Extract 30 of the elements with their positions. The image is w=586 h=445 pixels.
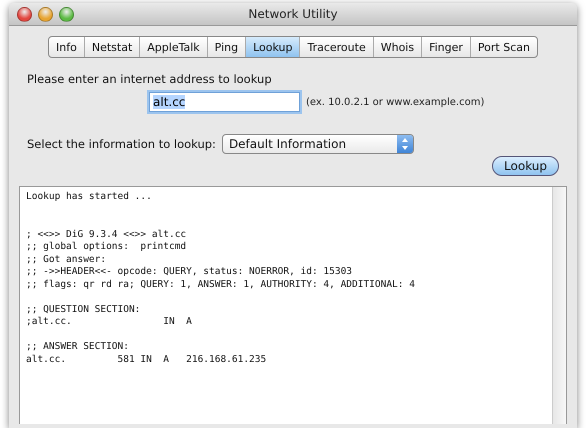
output-line: ;; ->>HEADER<<- opcode: QUERY, status: NOERROR, id: 15303 bbox=[26, 266, 354, 278]
info-popup[interactable]: Default Information bbox=[222, 134, 414, 154]
address-hint: (ex. 10.0.2.1 or www.example.com) bbox=[306, 96, 484, 108]
minimize-button[interactable] bbox=[38, 6, 53, 22]
output-line: ;; global options: printcmd bbox=[26, 241, 188, 254]
tab[interactable]: Info bbox=[49, 37, 85, 57]
info-label: Select the information to lookup: bbox=[27, 137, 216, 151]
output-line: ;; QUESTION SECTION: bbox=[26, 304, 142, 316]
tab[interactable]: Netstat bbox=[84, 37, 140, 57]
close-button[interactable] bbox=[17, 6, 32, 22]
tab[interactable]: Whois bbox=[374, 37, 422, 57]
tab[interactable]: Finger bbox=[422, 37, 471, 57]
zoom-button[interactable] bbox=[59, 6, 74, 22]
tab[interactable]: AppleTalk bbox=[140, 37, 208, 57]
output-line: ;; ANSWER SECTION: bbox=[26, 341, 130, 354]
output-line: ; <<>> DiG 9.3.4 <<>> alt.cc bbox=[26, 228, 188, 241]
output-line: ;alt.cc. IN A bbox=[26, 316, 193, 328]
output-line: ;; flags: qr rd ra; QUERY: 1, ANSWER: 1, AUTHORITY: 4, ADDITIONAL: 4 bbox=[26, 278, 416, 291]
stepper-icon bbox=[396, 135, 413, 153]
lookup-button[interactable]: Lookup bbox=[492, 156, 559, 176]
tab[interactable]: Lookup bbox=[246, 37, 300, 57]
tab[interactable]: Port Scan bbox=[470, 37, 537, 57]
output-line: Lookup has started ... bbox=[26, 191, 153, 204]
window-title: Network Utility bbox=[248, 7, 338, 21]
output-line: ;; Got answer: bbox=[26, 254, 108, 266]
address-field[interactable]: alt.cc bbox=[149, 92, 300, 112]
scroll-bar[interactable] bbox=[552, 187, 566, 424]
address-label: Please enter an internet address to lookup bbox=[27, 72, 273, 86]
tab[interactable]: Traceroute bbox=[300, 37, 374, 57]
output-line: alt.cc. 581 IN A 216.168.61.235 bbox=[26, 354, 268, 366]
